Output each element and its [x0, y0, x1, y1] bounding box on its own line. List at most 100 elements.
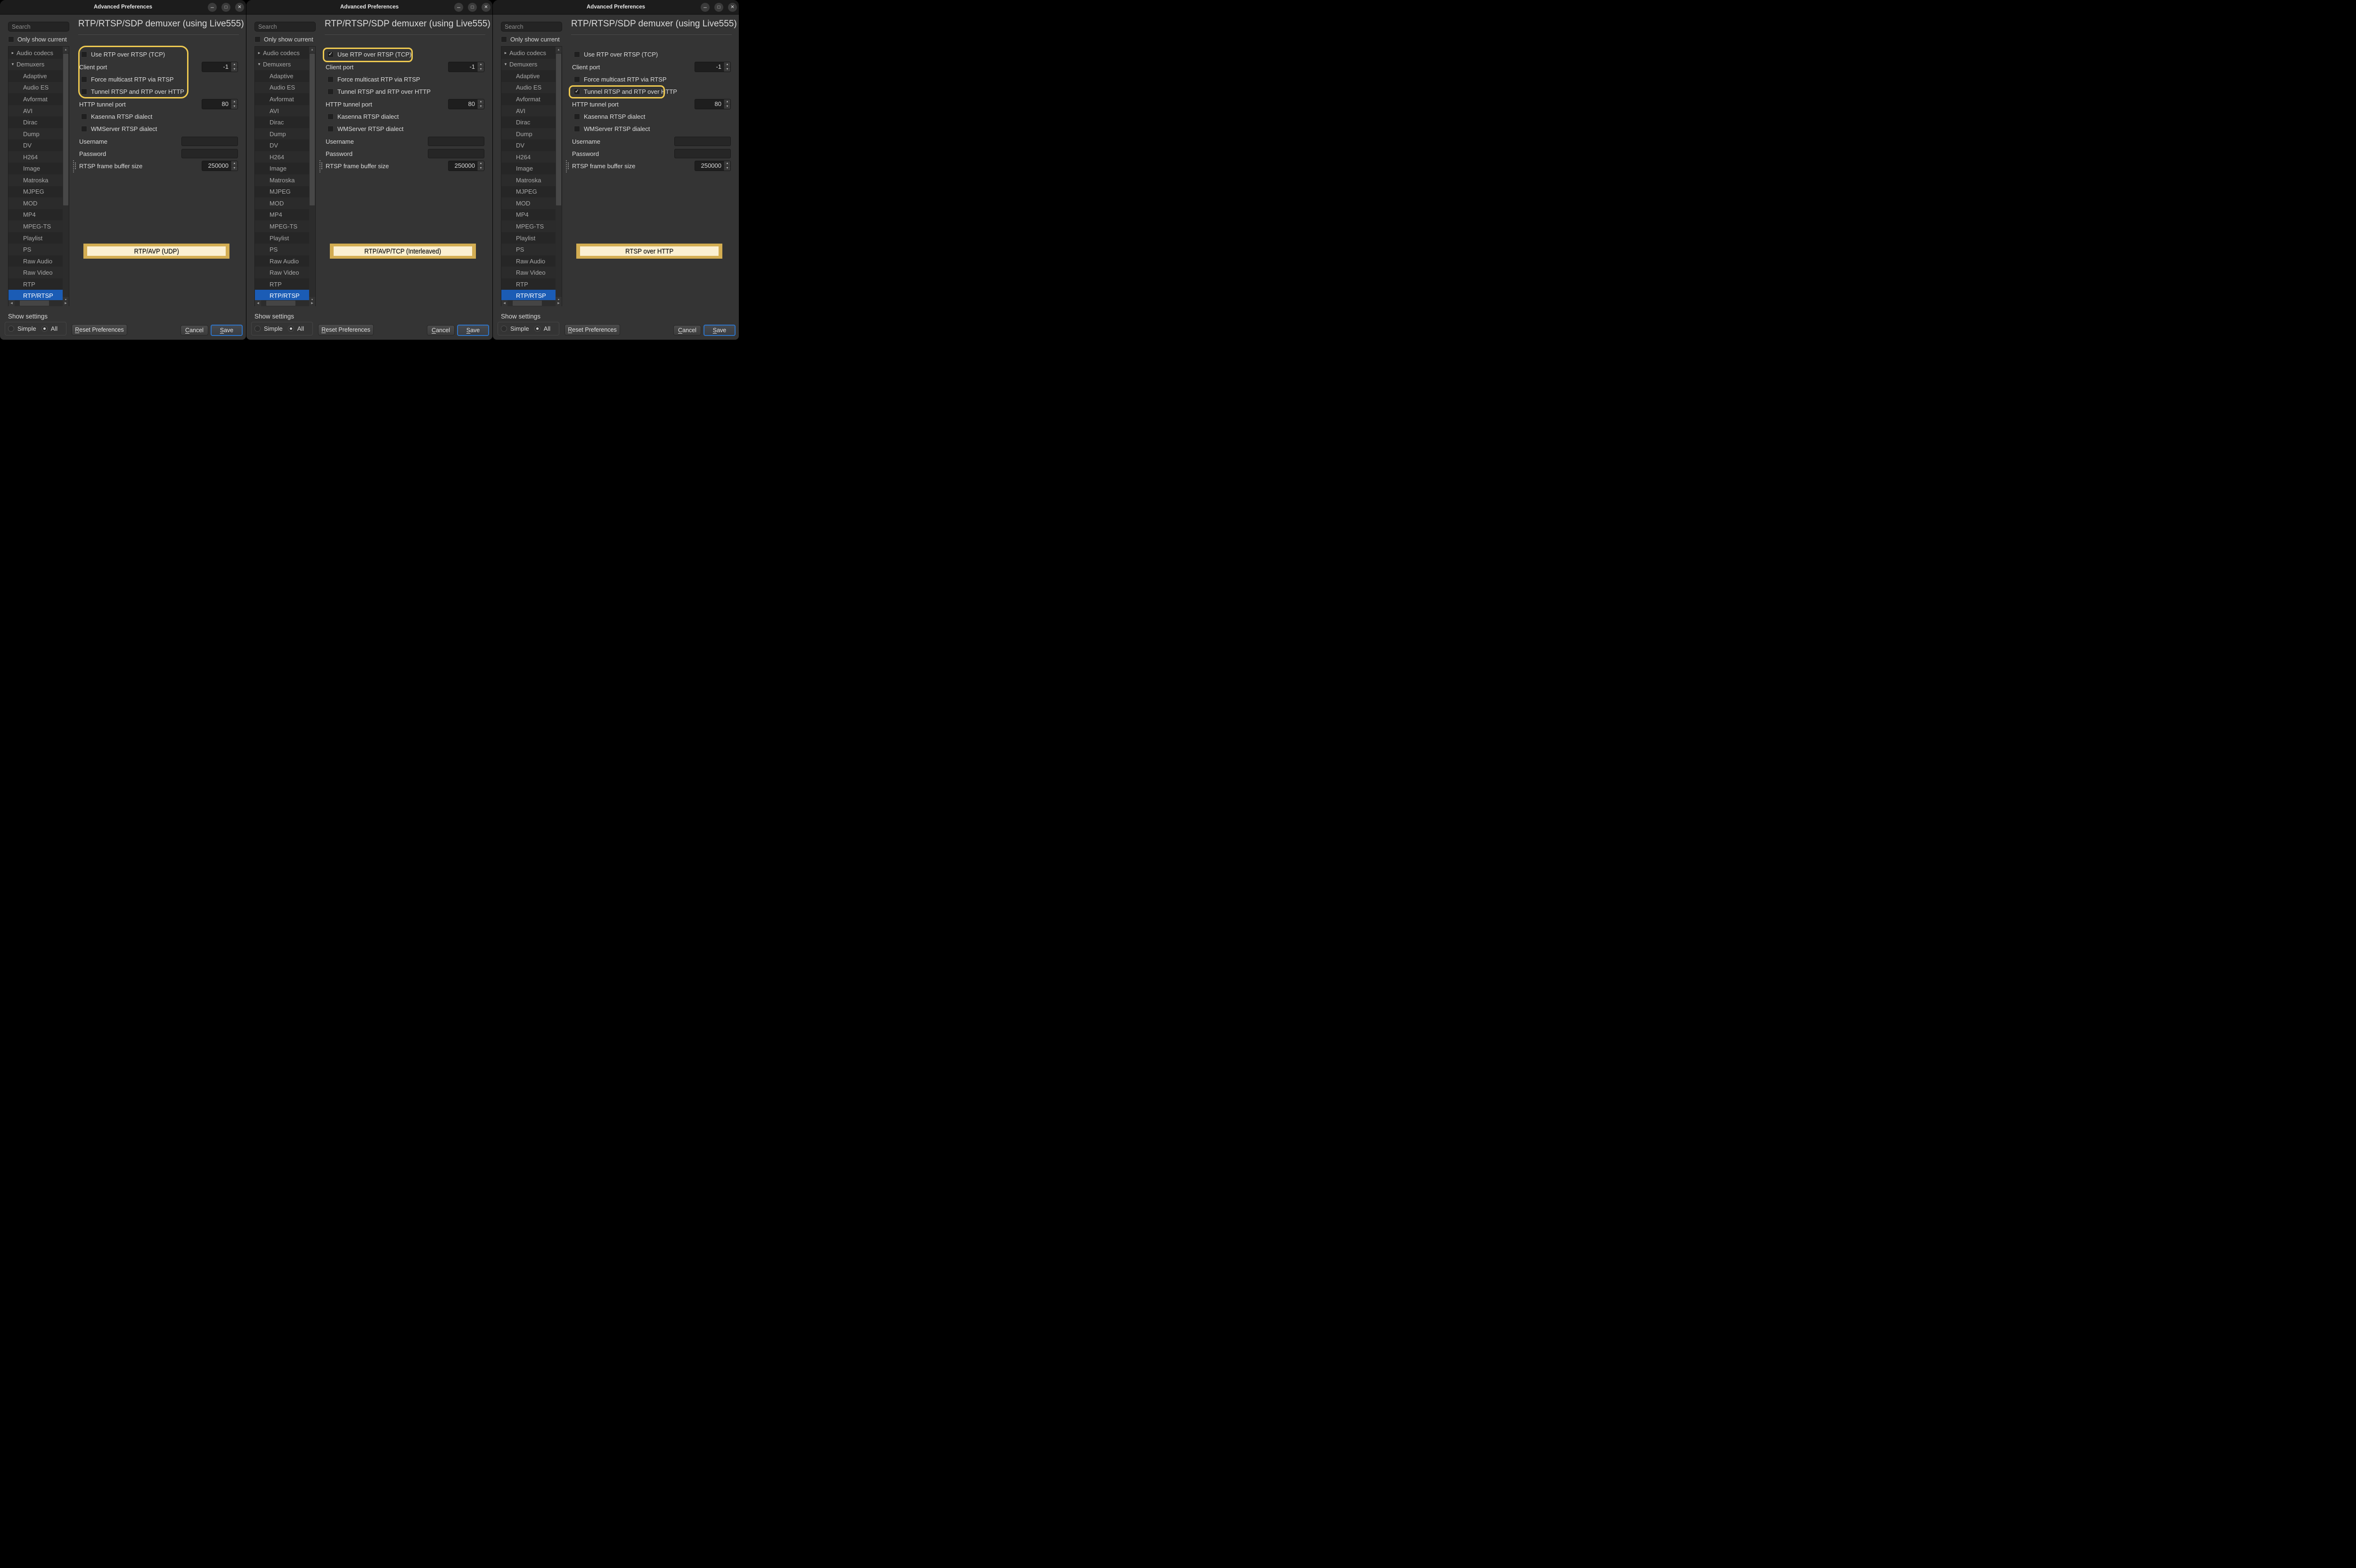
titlebar[interactable]: Advanced Preferences – □ ✕ [0, 0, 246, 15]
only-show-current-checkbox[interactable] [501, 36, 507, 42]
use-rtp-over-rtsp-checkbox[interactable] [81, 51, 87, 57]
radio-simple[interactable] [501, 326, 507, 332]
sidebar-item-mod[interactable]: MOD [255, 197, 315, 209]
spin-up-icon[interactable]: ▲ [478, 62, 484, 67]
tree-vertical-scrollbar[interactable]: ▲ ▼ [309, 47, 315, 303]
radio-all[interactable] [41, 326, 48, 332]
sidebar-item-audio-es[interactable]: Audio ES [255, 82, 315, 94]
splitter-handle[interactable] [319, 160, 320, 172]
chevron-right-icon[interactable]: ▸ [503, 50, 508, 56]
client-port-spinbox[interactable]: -1 ▲ ▼ [202, 62, 238, 72]
username-field[interactable] [428, 137, 484, 146]
minimize-button[interactable]: – [454, 3, 463, 12]
reset-preferences-button[interactable]: Reset Preferences [72, 324, 127, 335]
sidebar-item-h264[interactable]: H264 [255, 151, 315, 163]
horizontal-scrollbar-thumb[interactable] [513, 301, 542, 306]
close-button[interactable]: ✕ [482, 3, 491, 12]
http-tunnel-port-spinbox[interactable]: 80 ▲ ▼ [202, 99, 238, 109]
sidebar-item-matroska[interactable]: Matroska [501, 174, 562, 186]
sidebar-item-avformat[interactable]: Avformat [501, 93, 562, 105]
splitter-handle[interactable] [566, 160, 567, 172]
sidebar-item-playlist[interactable]: Playlist [8, 232, 69, 244]
close-button[interactable]: ✕ [235, 3, 244, 12]
sidebar-item-avi[interactable]: AVI [501, 105, 562, 117]
use-rtp-over-rtsp-checkbox[interactable] [574, 51, 580, 57]
tree-vertical-scrollbar[interactable]: ▲ ▼ [556, 47, 562, 303]
wmserver-dialect-checkbox[interactable] [81, 126, 87, 132]
wmserver-dialect-checkbox[interactable] [327, 126, 334, 132]
vertical-scrollbar-thumb[interactable] [556, 54, 561, 205]
spin-up-icon[interactable]: ▲ [478, 161, 484, 166]
chevron-down-icon[interactable]: ▾ [503, 62, 508, 67]
sidebar-item-mjpeg[interactable]: MJPEG [8, 186, 69, 198]
scroll-left-icon[interactable]: ◀ [255, 300, 261, 306]
spin-up-icon[interactable]: ▲ [724, 161, 730, 166]
radio-all[interactable] [288, 326, 294, 332]
category-tree[interactable]: ▸Audio codecs▾DemuxersAdaptiveAudio ESAv… [8, 46, 69, 306]
category-tree[interactable]: ▸Audio codecs▾DemuxersAdaptiveAudio ESAv… [254, 46, 316, 306]
titlebar[interactable]: Advanced Preferences – □ ✕ [246, 0, 492, 15]
scroll-right-icon[interactable]: ▶ [309, 300, 315, 306]
tunnel-rtsp-http-checkbox[interactable]: ✓ [574, 89, 580, 95]
spin-down-icon[interactable]: ▼ [231, 166, 237, 171]
sidebar-item-rtp[interactable]: RTP [501, 278, 562, 290]
chevron-right-icon[interactable]: ▸ [10, 50, 15, 56]
minimize-button[interactable]: – [701, 3, 710, 12]
save-button[interactable]: Save [457, 325, 489, 336]
sidebar-item-mp4[interactable]: MP4 [8, 209, 69, 221]
sidebar-item-mod[interactable]: MOD [501, 197, 562, 209]
chevron-down-icon[interactable]: ▾ [257, 62, 262, 67]
sidebar-item-image[interactable]: Image [255, 163, 315, 174]
spin-down-icon[interactable]: ▼ [231, 67, 237, 72]
tunnel-rtsp-http-checkbox[interactable] [81, 89, 87, 95]
sidebar-item-dirac[interactable]: Dirac [255, 116, 315, 128]
sidebar-item-dv[interactable]: DV [501, 139, 562, 151]
rtsp-frame-buffer-spinbox[interactable]: 250000 ▲ ▼ [448, 161, 484, 171]
vertical-scrollbar-thumb[interactable] [310, 54, 315, 205]
category-tree[interactable]: ▸Audio codecs▾DemuxersAdaptiveAudio ESAv… [501, 46, 562, 306]
sidebar-item-mpeg-ts[interactable]: MPEG-TS [8, 220, 69, 232]
titlebar[interactable]: Advanced Preferences – □ ✕ [493, 0, 739, 15]
maximize-button[interactable]: □ [714, 3, 723, 12]
force-multicast-checkbox[interactable] [327, 76, 334, 82]
spin-down-icon[interactable]: ▼ [478, 166, 484, 171]
sidebar-item-matroska[interactable]: Matroska [255, 174, 315, 186]
sidebar-item-ps[interactable]: PS [501, 244, 562, 255]
http-tunnel-port-spinbox[interactable]: 80 ▲ ▼ [695, 99, 731, 109]
maximize-button[interactable]: □ [221, 3, 230, 12]
spin-down-icon[interactable]: ▼ [724, 166, 730, 171]
sidebar-item-dump[interactable]: Dump [255, 128, 315, 140]
search-input[interactable] [501, 22, 562, 32]
sidebar-item-rtp[interactable]: RTP [255, 278, 315, 290]
sidebar-item-mjpeg[interactable]: MJPEG [255, 186, 315, 198]
sidebar-item-raw-video[interactable]: Raw Video [255, 267, 315, 278]
sidebar-item-raw-audio[interactable]: Raw Audio [501, 255, 562, 267]
cancel-button[interactable]: Cancel [673, 325, 701, 335]
horizontal-scrollbar-thumb[interactable] [20, 301, 49, 306]
sidebar-item-mpeg-ts[interactable]: MPEG-TS [501, 220, 562, 232]
sidebar-item-ps[interactable]: PS [255, 244, 315, 255]
sidebar-item-dv[interactable]: DV [8, 139, 69, 151]
sidebar-item-playlist[interactable]: Playlist [501, 232, 562, 244]
save-button[interactable]: Save [211, 325, 243, 336]
tree-horizontal-scrollbar[interactable]: ◀ ▶ [255, 300, 315, 306]
scroll-up-icon[interactable]: ▲ [309, 47, 315, 53]
force-multicast-checkbox[interactable] [574, 76, 580, 82]
username-field[interactable] [674, 137, 731, 146]
sidebar-item-avi[interactable]: AVI [255, 105, 315, 117]
sidebar-item-rtp[interactable]: RTP [8, 278, 69, 290]
scroll-left-icon[interactable]: ◀ [501, 300, 507, 306]
sidebar-item-dirac[interactable]: Dirac [501, 116, 562, 128]
sidebar-item-raw-video[interactable]: Raw Video [8, 267, 69, 278]
sidebar-item-audio-es[interactable]: Audio ES [501, 82, 562, 94]
sidebar-item-audio-codecs[interactable]: ▸Audio codecs [501, 47, 562, 59]
tree-vertical-scrollbar[interactable]: ▲ ▼ [63, 47, 69, 303]
sidebar-item-audio-es[interactable]: Audio ES [8, 82, 69, 94]
client-port-spinbox[interactable]: -1 ▲ ▼ [695, 62, 731, 72]
sidebar-item-dump[interactable]: Dump [8, 128, 69, 140]
tree-horizontal-scrollbar[interactable]: ◀ ▶ [8, 300, 69, 306]
sidebar-item-demuxers[interactable]: ▾Demuxers [8, 59, 69, 71]
sidebar-item-adaptive[interactable]: Adaptive [501, 70, 562, 82]
spin-down-icon[interactable]: ▼ [231, 104, 237, 109]
sidebar-item-dump[interactable]: Dump [501, 128, 562, 140]
